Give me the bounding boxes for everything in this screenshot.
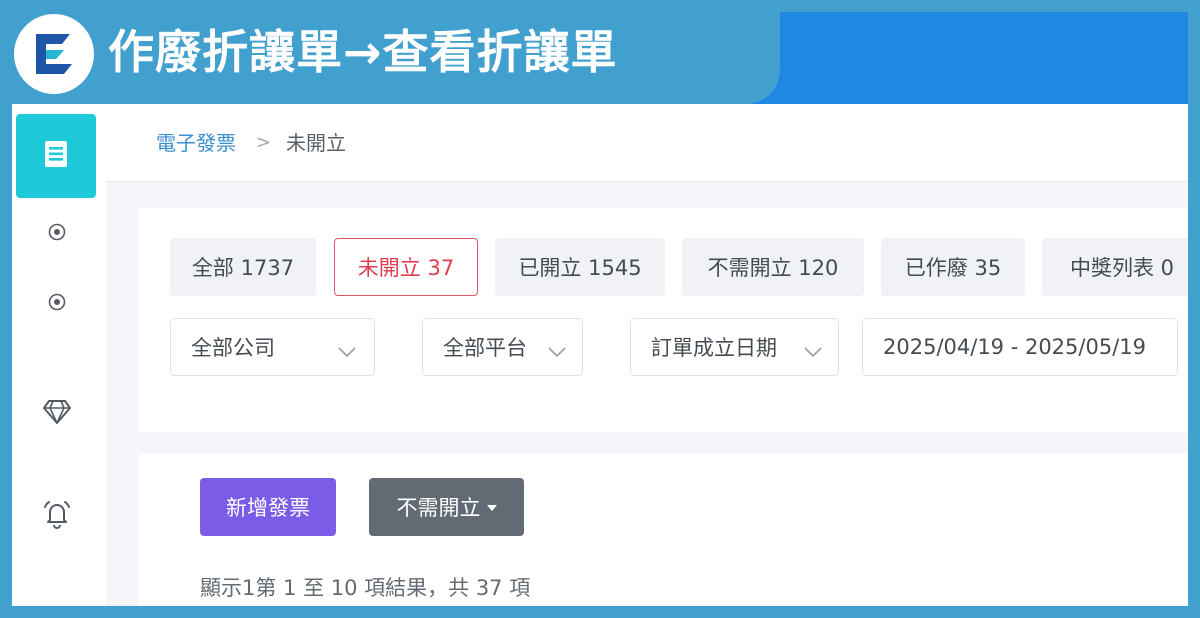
breadcrumb-current: 未開立 — [286, 131, 346, 155]
chevron-down-icon — [548, 339, 566, 363]
company-select[interactable]: 全部公司 — [170, 318, 375, 376]
bell-icon — [41, 498, 73, 534]
date-range-input[interactable]: 2025/04/19 - 2025/05/19 — [862, 318, 1178, 376]
platform-select[interactable]: 全部平台 — [422, 318, 583, 376]
app-window: 電子發票 > 未開立 全部 1737 未開立 37 已開立 1545 不需開立 … — [12, 104, 1188, 606]
date-type-select-value: 訂單成立日期 — [651, 336, 777, 360]
tab-all[interactable]: 全部 1737 — [170, 238, 316, 296]
date-type-select[interactable]: 訂單成立日期 — [630, 318, 839, 376]
chevron-down-icon — [338, 339, 356, 363]
banner-title: 作廢折讓單→查看折讓單 — [108, 25, 618, 79]
add-invoice-button[interactable]: 新增發票 — [200, 478, 336, 536]
list-card: 新增發票 不需開立 顯示1第 1 至 10 項結果，共 37 項 — [138, 454, 1188, 606]
tab-not-required[interactable]: 不需開立 120 — [682, 238, 864, 296]
sidebar — [12, 104, 106, 606]
breadcrumb: 電子發票 > 未開立 — [106, 104, 1188, 182]
e-logo-icon — [14, 14, 94, 94]
main-content: 電子發票 > 未開立 全部 1737 未開立 37 已開立 1545 不需開立 … — [106, 104, 1188, 606]
sidebar-item-2[interactable] — [12, 284, 102, 324]
invoice-list-icon — [42, 139, 70, 173]
company-select-value: 全部公司 — [191, 336, 275, 360]
radio-dot-icon — [47, 222, 67, 246]
title-banner: 作廢折讓單→查看折讓單 — [0, 0, 780, 104]
tab-not-issued[interactable]: 未開立 37 — [334, 238, 478, 296]
breadcrumb-separator: > — [256, 132, 272, 153]
sidebar-item-notifications[interactable] — [12, 496, 102, 536]
chevron-down-icon — [804, 339, 822, 363]
tab-winning-list[interactable]: 中獎列表 0 — [1042, 238, 1188, 296]
breadcrumb-parent-link[interactable]: 電子發票 — [156, 130, 236, 156]
caret-down-icon — [486, 505, 497, 511]
date-range-value: 2025/04/19 - 2025/05/19 — [883, 335, 1147, 359]
sidebar-item-1[interactable] — [12, 214, 102, 254]
platform-select-value: 全部平台 — [443, 336, 527, 360]
filter-card: 全部 1737 未開立 37 已開立 1545 不需開立 120 已作廢 35 … — [138, 208, 1188, 432]
sidebar-item-diamond[interactable] — [12, 394, 102, 434]
tab-issued[interactable]: 已開立 1545 — [495, 238, 665, 296]
no-invoice-dropdown-label: 不需開立 — [396, 496, 481, 520]
no-invoice-dropdown-button[interactable]: 不需開立 — [369, 478, 524, 536]
results-summary: 顯示1第 1 至 10 項結果，共 37 項 — [200, 576, 531, 600]
diamond-icon — [42, 399, 72, 429]
tab-voided[interactable]: 已作廢 35 — [881, 238, 1025, 296]
sidebar-item-invoice[interactable] — [16, 114, 96, 198]
radio-dot-icon — [47, 292, 67, 316]
